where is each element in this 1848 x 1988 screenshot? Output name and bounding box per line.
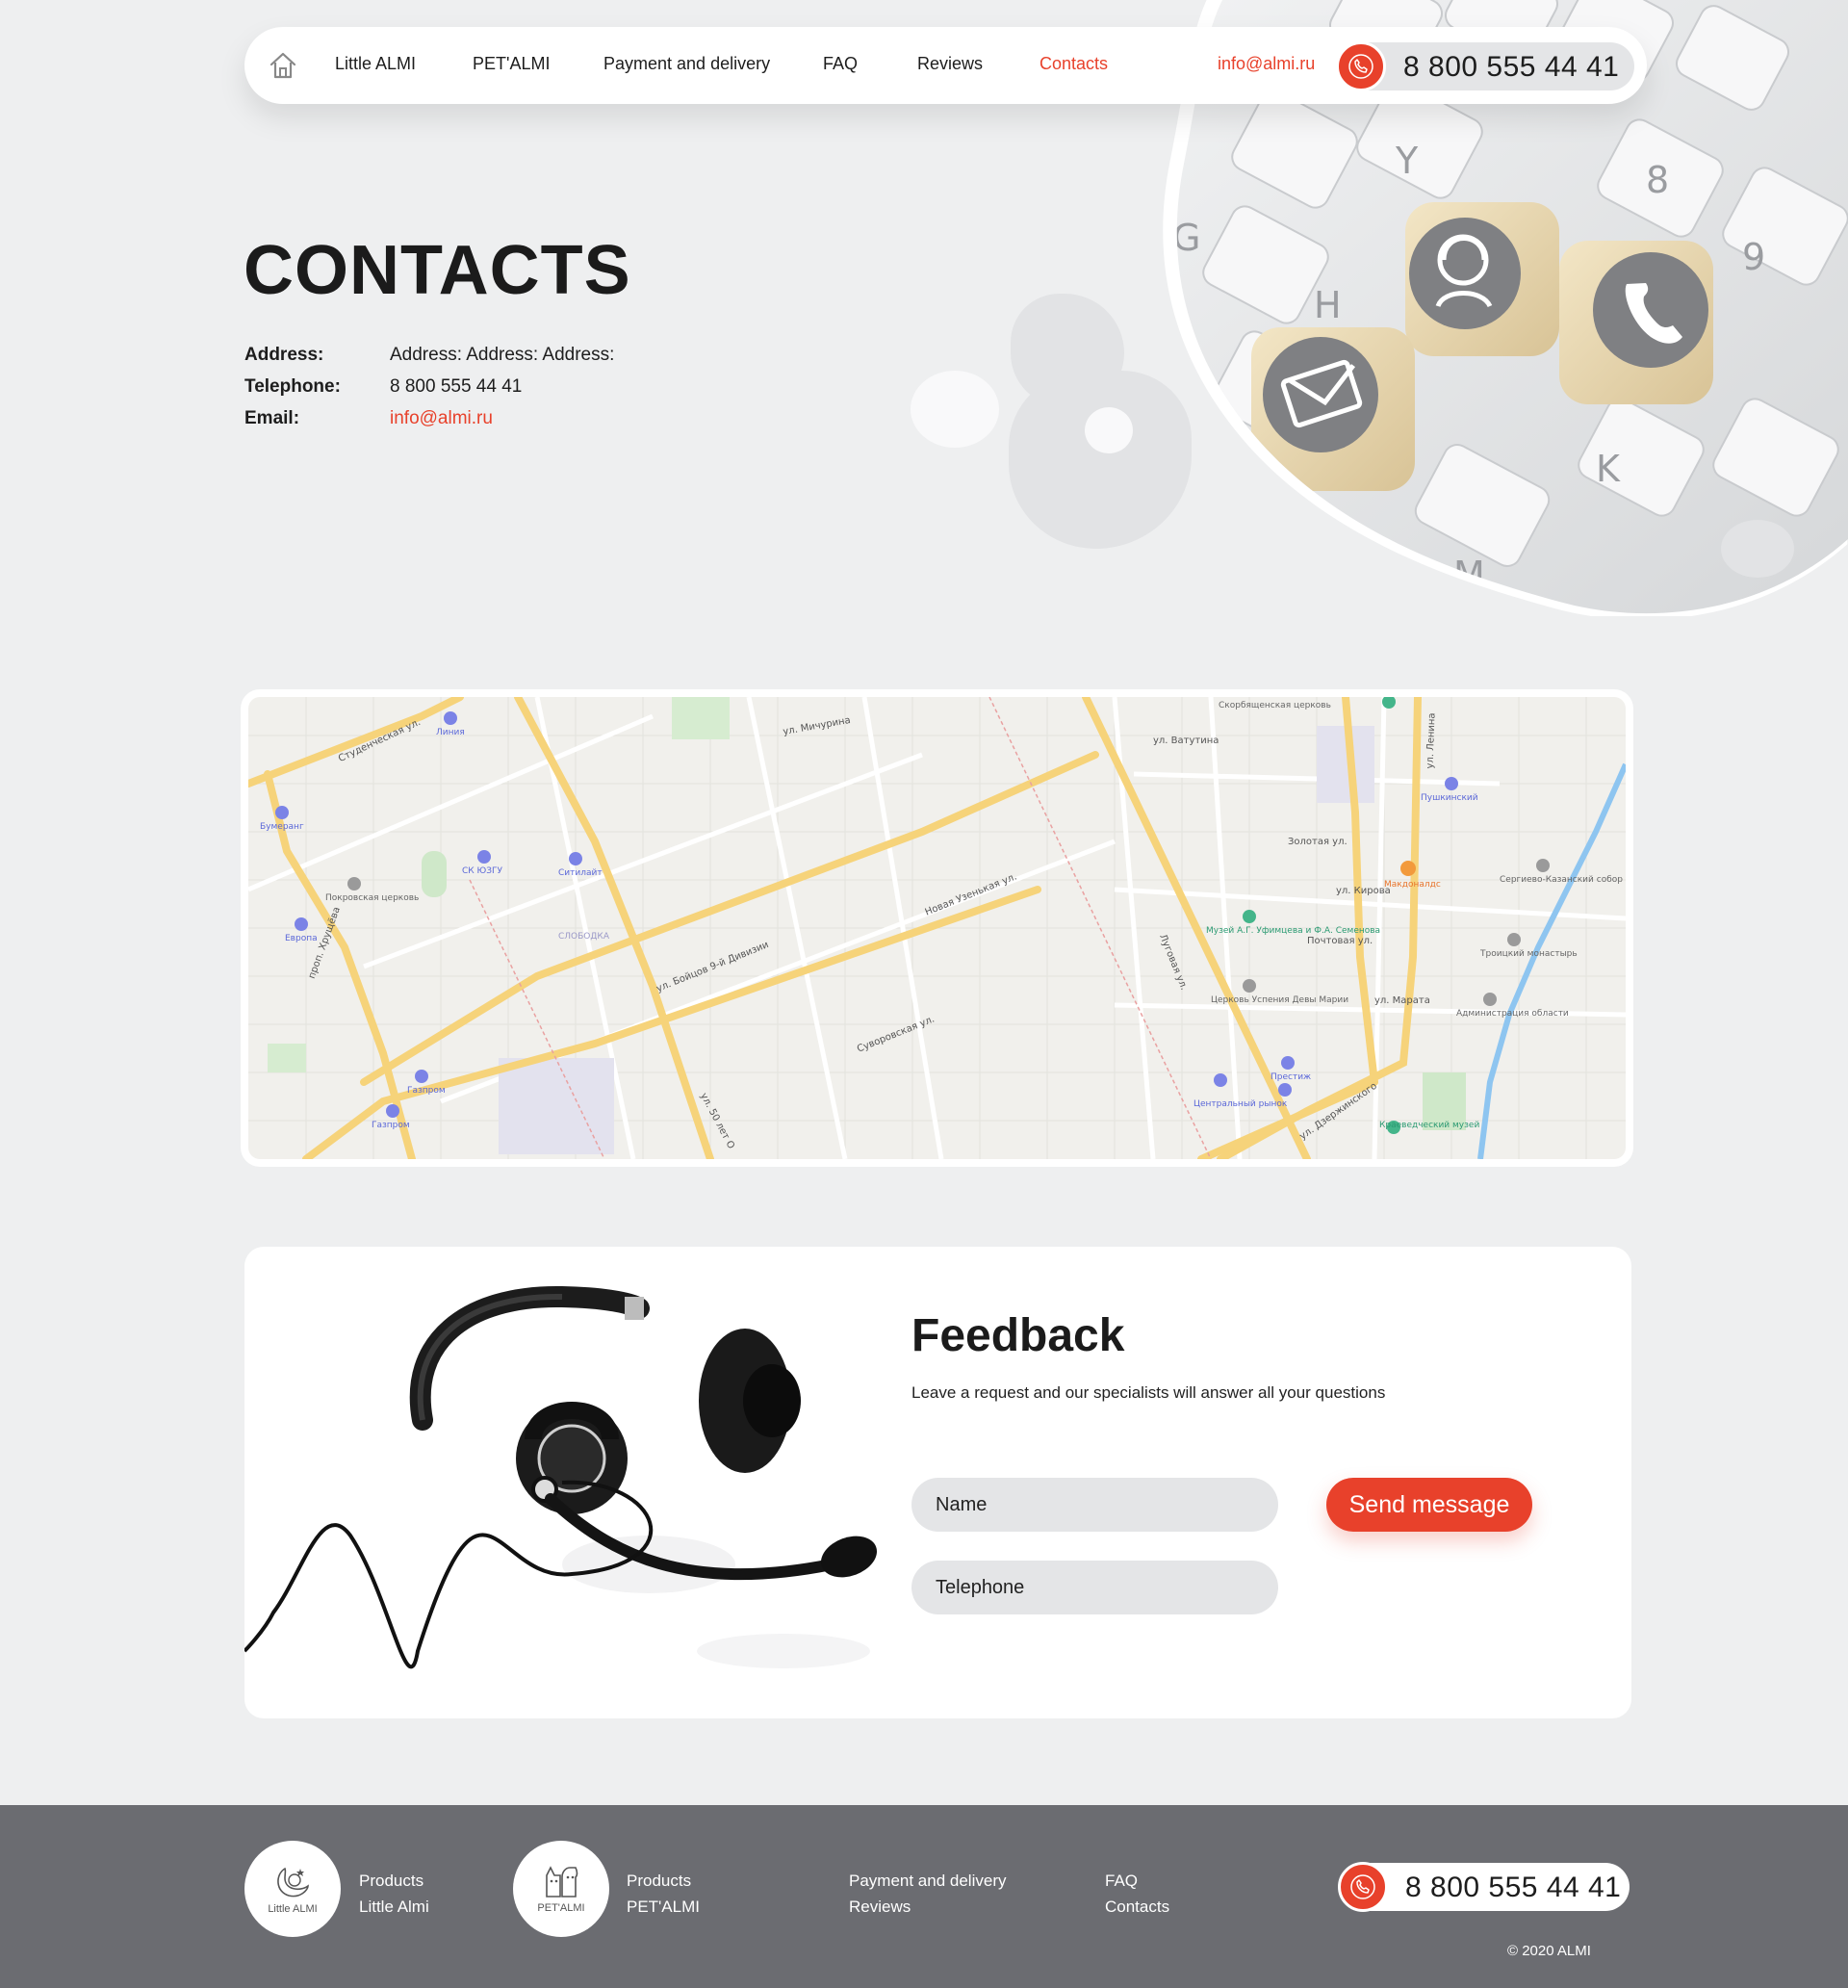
little-almi-logo[interactable]: Little ALMI — [244, 1841, 341, 1937]
svg-text:H: H — [1314, 284, 1342, 326]
map-poi: Газпром — [372, 1121, 410, 1130]
email-link[interactable]: info@almi.ru — [390, 408, 493, 429]
map-poi: Музей А.Г. Уфимцева и Ф.А. Семенова — [1206, 926, 1381, 936]
footer-phone-pill[interactable]: 8 800 555 44 41 — [1338, 1862, 1630, 1912]
map-poi: Краеведческий музей — [1379, 1121, 1480, 1130]
map-poi: Администрация области — [1456, 1009, 1569, 1019]
map-street-label: ул. Ватутина — [1153, 736, 1219, 746]
map-street-label: ул. Марата — [1374, 995, 1430, 1006]
footer-link-products-1[interactable]: Products — [359, 1872, 424, 1891]
footer-link-products-2[interactable]: Products — [627, 1872, 691, 1891]
map-poi: Бумеранг — [260, 822, 304, 832]
svg-text:K: K — [1596, 448, 1621, 490]
nav-little-almi[interactable]: Little ALMI — [335, 54, 416, 74]
address-label: Address: — [244, 345, 324, 365]
map-poi: Линия — [436, 728, 465, 737]
map-poi: Ситилайт — [558, 868, 603, 878]
map-poi: Троицкий монастырь — [1480, 949, 1578, 959]
home-icon[interactable] — [268, 50, 298, 81]
map-poi: Престиж — [1270, 1072, 1312, 1082]
map-poi: Газпром — [407, 1086, 446, 1096]
map-poi: Скорбященская церковь — [1219, 701, 1331, 710]
moon-baby-icon — [277, 1867, 309, 1898]
map-card: ул. Бойцов 9-й Дивизии Суворовская ул. у… — [241, 689, 1633, 1167]
feedback-card: Feedback Leave a request and our special… — [244, 1247, 1631, 1718]
header-phone-number: 8 800 555 44 41 — [1403, 51, 1620, 83]
petalmi-logo[interactable]: PET'ALMI — [513, 1841, 609, 1937]
telephone-label: Telephone: — [244, 376, 341, 397]
decor-blob — [1085, 407, 1133, 453]
header-phone-pill[interactable]: 8 800 555 44 41 — [1336, 41, 1634, 91]
logo-text: PET'ALMI — [537, 1902, 585, 1914]
feedback-subtitle: Leave a request and our specialists will… — [911, 1383, 1386, 1402]
footer-link-reviews[interactable]: Reviews — [849, 1898, 911, 1917]
svg-text:8: 8 — [1646, 159, 1669, 201]
map-street-label: ул. Кирова — [1336, 886, 1391, 896]
decor-blob — [1721, 520, 1794, 578]
footer-link-little-almi[interactable]: Little Almi — [359, 1898, 429, 1917]
footer-link-payment-delivery[interactable]: Payment and delivery — [849, 1872, 1006, 1891]
svg-text:Y: Y — [1395, 140, 1419, 182]
phone-icon — [1336, 41, 1386, 91]
nav-petalmi[interactable]: PET'ALMI — [473, 54, 550, 74]
footer-phone-number: 8 800 555 44 41 — [1405, 1872, 1622, 1903]
footer: Little ALMI Products Little Almi PET'ALM… — [0, 1805, 1848, 1988]
footer-link-faq[interactable]: FAQ — [1105, 1872, 1138, 1891]
footer-link-petalmi[interactable]: PET'ALMI — [627, 1898, 700, 1917]
svg-text:9: 9 — [1742, 236, 1765, 278]
map-poi: СЛОБОДКА — [558, 932, 609, 942]
feedback-title: Feedback — [911, 1310, 1125, 1361]
nav-payment-delivery[interactable]: Payment and delivery — [603, 54, 770, 74]
decor-blob — [911, 371, 999, 448]
send-message-button[interactable]: Send message — [1326, 1478, 1532, 1532]
top-nav-bar: Little ALMI PET'ALMI Payment and deliver… — [244, 27, 1647, 104]
map-street-label: Золотая ул. — [1288, 837, 1348, 847]
telephone-input[interactable] — [911, 1561, 1278, 1614]
map-poi: Европа — [285, 934, 318, 943]
copyright: © 2020 ALMI — [1507, 1943, 1591, 1959]
map-street-label: Почтовая ул. — [1307, 936, 1373, 946]
nav-faq[interactable]: FAQ — [823, 54, 858, 74]
map-streets — [248, 697, 1626, 1159]
cat-dog-icon — [546, 1866, 578, 1898]
map-poi: Пушкинский — [1421, 793, 1478, 803]
map-poi: Сергиево-Казанский собор — [1500, 875, 1623, 885]
nav-contacts[interactable]: Contacts — [1040, 54, 1108, 74]
headset-image — [244, 1285, 878, 1669]
email-label: Email: — [244, 408, 300, 428]
address-value: Address: Address: Address: — [390, 345, 615, 365]
footer-link-contacts[interactable]: Contacts — [1105, 1898, 1169, 1917]
name-input[interactable] — [911, 1478, 1278, 1532]
nav-reviews[interactable]: Reviews — [917, 54, 983, 74]
map-poi: Церковь Успения Девы Марии — [1211, 995, 1349, 1005]
map-poi: Покровская церковь — [325, 893, 420, 903]
page-title: CONTACTS — [244, 232, 631, 309]
logo-text: Little ALMI — [268, 1903, 318, 1915]
header-email-link[interactable]: info@almi.ru — [1218, 54, 1315, 74]
map-poi: СК ЮЗГУ — [462, 866, 502, 876]
map-poi: Макдоналдс — [1384, 880, 1441, 890]
phone-icon — [1338, 1862, 1388, 1912]
telephone-value[interactable]: 8 800 555 44 41 — [390, 376, 522, 398]
map-poi: Центральный рынок — [1194, 1099, 1288, 1109]
map-street-label: ул. Ленина — [1424, 712, 1438, 769]
city-map[interactable]: ул. Бойцов 9-й Дивизии Суворовская ул. у… — [248, 697, 1626, 1159]
